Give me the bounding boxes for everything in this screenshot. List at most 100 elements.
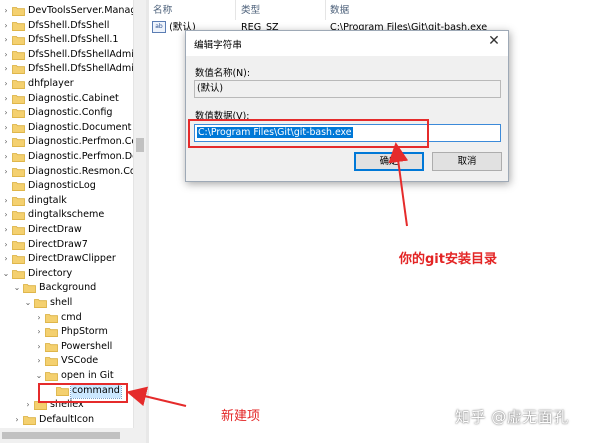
dialog-title: 编辑字符串 bbox=[194, 40, 242, 51]
tree-item-label: DefaultIcon bbox=[39, 413, 95, 425]
ok-button[interactable]: 确定 bbox=[354, 152, 424, 171]
tree-item-label: DfsShell.DfsShell.1 bbox=[28, 34, 119, 46]
folder-icon bbox=[45, 342, 58, 352]
folder-icon bbox=[45, 313, 58, 323]
folder-icon bbox=[45, 327, 58, 338]
column-divider[interactable] bbox=[325, 0, 326, 20]
chevron-right-icon[interactable]: › bbox=[2, 48, 10, 62]
tree-item-label: open in Git bbox=[61, 370, 114, 381]
folder-icon bbox=[12, 210, 25, 221]
tree-item-label: Powershell bbox=[61, 340, 113, 352]
folder-icon bbox=[12, 167, 25, 177]
folder-icon bbox=[12, 225, 25, 236]
chevron-right-icon[interactable]: › bbox=[2, 208, 10, 222]
folder-icon bbox=[12, 50, 25, 60]
folder-icon bbox=[12, 152, 25, 163]
tree-item-label: dhfplayer bbox=[28, 78, 74, 89]
column-divider[interactable] bbox=[235, 0, 236, 20]
folder-icon bbox=[12, 21, 25, 31]
chevron-right-icon[interactable]: › bbox=[2, 150, 10, 164]
chevron-right-icon[interactable]: › bbox=[2, 135, 10, 149]
tree-item-label: cmd bbox=[61, 311, 82, 323]
edit-string-dialog: 编辑字符串 ✕ 数值名称(N): (默认) 数值数据(V): C:\Progra… bbox=[185, 30, 509, 182]
tree-item-label: Diagnostic.Document bbox=[28, 121, 132, 133]
chevron-right-icon[interactable]: › bbox=[2, 4, 10, 18]
folder-icon bbox=[12, 79, 25, 90]
chevron-down-icon[interactable]: ⌄ bbox=[13, 281, 21, 295]
value-name-field[interactable]: (默认) bbox=[194, 80, 501, 98]
chevron-right-icon[interactable]: › bbox=[2, 33, 10, 47]
close-icon[interactable]: ✕ bbox=[486, 32, 502, 50]
tree-horizontal-scrollbar[interactable] bbox=[0, 428, 146, 443]
column-header-data[interactable]: 数据 bbox=[330, 0, 349, 20]
folder-icon bbox=[23, 283, 36, 294]
tree-item-label: DirectDrawClipper bbox=[28, 253, 116, 265]
folder-icon bbox=[12, 6, 25, 17]
chevron-right-icon[interactable]: › bbox=[2, 238, 10, 252]
tree-item-label: DevToolsServer.Manage bbox=[28, 5, 143, 16]
tree-item-label: DirectDraw bbox=[28, 224, 82, 235]
folder-icon bbox=[12, 196, 25, 206]
chevron-right-icon[interactable]: › bbox=[2, 121, 10, 135]
tree-item-label: VSCode bbox=[61, 355, 99, 367]
tree-item-label: DfsShell.DfsShell bbox=[28, 19, 110, 31]
folder-icon bbox=[12, 123, 25, 133]
column-header-name[interactable]: 名称 bbox=[153, 0, 172, 20]
scrollbar-thumb[interactable] bbox=[136, 138, 144, 152]
chevron-down-icon[interactable]: ⌄ bbox=[2, 267, 10, 281]
chevron-right-icon[interactable]: › bbox=[35, 340, 43, 354]
folder-icon bbox=[12, 35, 25, 46]
tree-item-label: Diagnostic.Config bbox=[28, 107, 113, 119]
column-header-type[interactable]: 类型 bbox=[241, 0, 260, 20]
tree-item-label: Directory bbox=[28, 267, 73, 279]
scrollbar-thumb[interactable] bbox=[2, 432, 120, 439]
tree-item-label: PhpStorm bbox=[61, 326, 108, 338]
annotation-git-dir: 你的git安装目录 bbox=[399, 252, 497, 267]
folder-icon bbox=[12, 108, 25, 119]
chevron-down-icon[interactable]: ⌄ bbox=[24, 296, 32, 310]
folder-icon bbox=[45, 356, 58, 367]
chevron-right-icon[interactable]: › bbox=[13, 413, 21, 427]
tree-item-label: Background bbox=[39, 282, 97, 294]
chevron-right-icon[interactable]: › bbox=[2, 252, 10, 266]
tree-item-label: Diagnostic.Cabinet bbox=[28, 92, 119, 104]
tree-item-label: dingtalk bbox=[28, 194, 67, 206]
highlight-box-data bbox=[188, 119, 429, 148]
chevron-right-icon[interactable]: › bbox=[35, 325, 43, 339]
registry-tree: › DevToolsServer.Manage › DfsShell.DfsShell… bbox=[0, 0, 146, 443]
tree-item-label: DfsShell.DfsShellAdmin.1 bbox=[28, 63, 146, 75]
folder-icon bbox=[12, 64, 25, 75]
tree-item-label: shell bbox=[50, 297, 73, 308]
chevron-right-icon[interactable]: › bbox=[2, 77, 10, 91]
folder-icon bbox=[45, 371, 58, 382]
folder-icon bbox=[12, 269, 25, 279]
chevron-right-icon[interactable]: › bbox=[24, 398, 32, 412]
chevron-right-icon[interactable]: › bbox=[2, 194, 10, 208]
folder-icon bbox=[12, 94, 25, 104]
chevron-down-icon[interactable]: ⌄ bbox=[35, 369, 43, 383]
chevron-right-icon[interactable]: › bbox=[2, 223, 10, 237]
tree-item-label: Diagnostic.Perfmon.Docu bbox=[28, 151, 146, 162]
annotation-new-item: 新建项 bbox=[221, 409, 261, 424]
chevron-right-icon[interactable]: › bbox=[2, 19, 10, 33]
chevron-right-icon[interactable]: › bbox=[2, 62, 10, 76]
tree-item-label: dingtalkscheme bbox=[28, 209, 105, 221]
ab-string-icon: ab bbox=[152, 21, 166, 33]
watermark: 知乎 @虚无面孔 bbox=[455, 408, 569, 426]
value-name-label: 数值名称(N): bbox=[195, 68, 250, 79]
folder-icon bbox=[12, 240, 25, 250]
folder-icon bbox=[34, 298, 47, 309]
tree-item-label: Diagnostic.Perfmon.Conf bbox=[28, 136, 146, 148]
tree-item-label: DirectDraw7 bbox=[28, 238, 88, 250]
folder-icon bbox=[12, 254, 25, 265]
tree-vertical-scrollbar[interactable] bbox=[133, 0, 146, 443]
chevron-right-icon[interactable]: › bbox=[2, 92, 10, 106]
chevron-right-icon[interactable]: › bbox=[2, 165, 10, 179]
tree-item-label: Diagnostic.Resmon.Confi bbox=[28, 165, 146, 177]
chevron-right-icon[interactable]: › bbox=[35, 311, 43, 325]
chevron-right-icon[interactable]: › bbox=[2, 106, 10, 120]
tree-item-label: DfsShell.DfsShellAdmin bbox=[28, 48, 140, 60]
chevron-right-icon[interactable]: › bbox=[35, 354, 43, 368]
cancel-button[interactable]: 取消 bbox=[432, 152, 502, 171]
folder-icon bbox=[12, 137, 25, 148]
